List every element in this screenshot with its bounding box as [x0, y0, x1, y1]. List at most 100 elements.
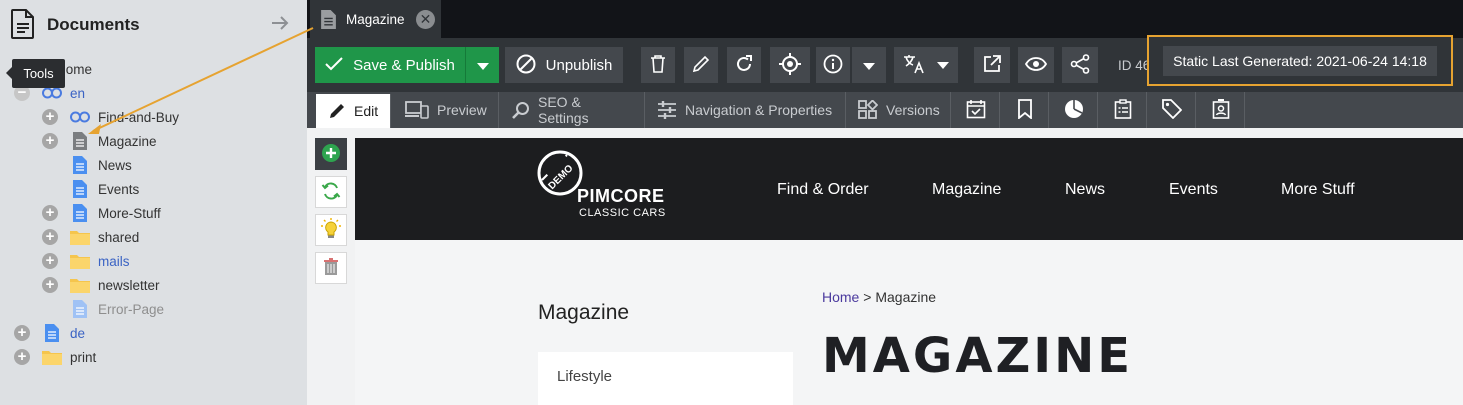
tree-node-label: print	[70, 349, 97, 365]
tab-schedule[interactable]	[952, 92, 1000, 128]
tree-node-label: newsletter	[98, 277, 160, 293]
translate-icon	[903, 54, 925, 77]
page-grey-icon	[321, 9, 336, 29]
share-button[interactable]	[1062, 47, 1098, 83]
tab-navigation-properties[interactable]: Navigation & Properties	[645, 92, 846, 128]
tab-versions[interactable]: Versions	[846, 92, 951, 128]
add-block-button[interactable]	[315, 138, 347, 170]
caret-down-icon	[937, 61, 949, 69]
document-id-label: ID 46	[1118, 58, 1151, 73]
close-icon[interactable]: ✕	[416, 10, 435, 29]
tree-node-find-and-buy[interactable]: + Find-and-Buy	[42, 105, 179, 129]
link-icon	[70, 107, 90, 127]
delete-button[interactable]	[641, 47, 675, 83]
lightbulb-icon	[321, 217, 341, 243]
hint-button[interactable]	[315, 214, 347, 246]
document-subtabs: Edit Preview SEO & Settings Navigation &…	[307, 92, 1463, 128]
tree-node-label: de	[70, 325, 86, 341]
expand-toggle-icon[interactable]: +	[42, 205, 58, 221]
site-nav-more-stuff[interactable]: More Stuff	[1281, 181, 1355, 199]
page-blue-icon	[70, 299, 90, 319]
website-header: DEMO PIMCORE CLASSIC CARS Find & Order M…	[355, 138, 1463, 240]
expand-toggle-icon[interactable]: +	[14, 349, 30, 365]
widgets-icon	[858, 100, 878, 120]
tab-notes[interactable]	[1099, 92, 1147, 128]
tab-tags[interactable]	[1148, 92, 1196, 128]
page-title: MAGAZINE	[822, 328, 1134, 384]
tree-node-shared[interactable]: + shared	[42, 225, 139, 249]
expand-toggle-icon[interactable]: +	[42, 109, 58, 125]
tree-node-print[interactable]: + print	[14, 345, 96, 369]
pencil-icon	[692, 55, 710, 76]
tab-workflow[interactable]	[1197, 92, 1245, 128]
tab-preview[interactable]: Preview	[393, 92, 499, 128]
page-blue-icon	[70, 179, 90, 199]
unpublish-button[interactable]: Unpublish	[505, 47, 623, 83]
site-nav-find-order[interactable]: Find & Order	[777, 181, 869, 199]
locate-in-tree-button[interactable]	[770, 47, 810, 83]
expand-toggle-icon[interactable]: +	[42, 133, 58, 149]
tab-reports[interactable]	[1050, 92, 1098, 128]
tree-node-mails[interactable]: + mails	[42, 249, 130, 273]
site-nav-news[interactable]: News	[1065, 181, 1105, 199]
trash-icon	[650, 54, 666, 76]
clipboard-list-icon	[1114, 98, 1132, 122]
expand-toggle-icon[interactable]: +	[14, 325, 30, 341]
sliders-icon	[657, 101, 677, 119]
unpublish-label: Unpublish	[545, 56, 613, 74]
expand-toggle-icon[interactable]: +	[42, 229, 58, 245]
tab-seo-settings[interactable]: SEO & Settings	[500, 92, 645, 128]
preview-button[interactable]	[1018, 47, 1054, 83]
tree-node-error-page[interactable]: Error-Page	[70, 297, 164, 321]
tree-node-label: en	[70, 85, 86, 101]
tab-preview-label: Preview	[437, 102, 487, 118]
site-nav-magazine[interactable]: Magazine	[932, 181, 1001, 199]
tab-edit[interactable]: Edit	[316, 94, 391, 128]
documents-panel-header: Documents	[0, 0, 307, 50]
breadcrumb-home-link[interactable]: Home	[822, 289, 859, 305]
expand-toggle-icon[interactable]: +	[42, 253, 58, 269]
pencil-icon	[328, 102, 346, 120]
static-generated-highlight: Static Last Generated: 2021-06-24 14:18	[1147, 35, 1453, 86]
tree-node-label: News	[98, 157, 132, 173]
folder-icon	[70, 227, 90, 247]
tree-node-more-stuff[interactable]: + More-Stuff	[42, 201, 161, 225]
folder-icon	[70, 275, 90, 295]
caret-down-icon	[476, 58, 489, 73]
info-dropdown[interactable]	[852, 47, 886, 83]
logo-tagline: CLASSIC CARS	[579, 207, 666, 219]
collapse-arrow-icon[interactable]	[271, 14, 289, 32]
website-content: Magazine Lifestyle Home > Magazine MAGAZ…	[355, 240, 1463, 405]
save-publish-label: Save & Publish	[353, 56, 455, 74]
translate-button[interactable]	[894, 47, 958, 83]
tree-node-de[interactable]: + de	[14, 321, 85, 345]
expand-toggle-icon[interactable]: +	[42, 277, 58, 293]
tag-icon	[1161, 98, 1182, 122]
tree-node-events[interactable]: Events	[70, 177, 139, 201]
tree-node-news[interactable]: News	[70, 153, 132, 177]
tree-node-label: More-Stuff	[98, 205, 161, 221]
save-publish-button[interactable]: Save & Publish	[315, 47, 465, 83]
remove-block-button[interactable]	[315, 252, 347, 284]
tree-node-label: Events	[98, 181, 140, 197]
sync-icon	[321, 181, 341, 204]
save-options-dropdown[interactable]	[465, 47, 499, 83]
page-blue-icon	[42, 323, 62, 343]
info-button[interactable]	[816, 47, 850, 83]
sidebar-heading: Magazine	[538, 301, 630, 324]
open-in-new-window-button[interactable]	[974, 47, 1010, 83]
tab-bookmark[interactable]	[1001, 92, 1049, 128]
search-icon	[512, 101, 530, 119]
tree-node-magazine[interactable]: + Magazine	[42, 129, 157, 153]
folder-icon	[70, 251, 90, 271]
tree-node-newsletter[interactable]: + newsletter	[42, 273, 160, 297]
refresh-area-button[interactable]	[315, 176, 347, 208]
external-link-icon	[983, 54, 1001, 76]
reload-button[interactable]	[727, 47, 761, 83]
category-link-lifestyle[interactable]: Lifestyle	[557, 368, 612, 385]
tree-node-label: Magazine	[98, 133, 157, 149]
site-nav-events[interactable]: Events	[1169, 181, 1218, 199]
tab-magazine[interactable]: Magazine ✕	[310, 0, 441, 38]
rename-button[interactable]	[684, 47, 718, 83]
caret-down-icon	[863, 58, 875, 73]
